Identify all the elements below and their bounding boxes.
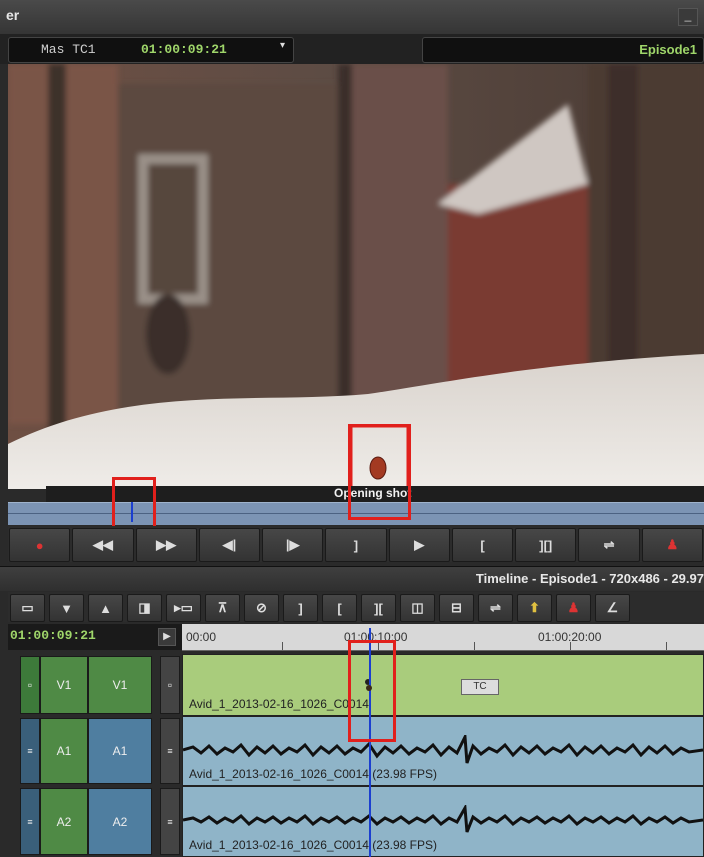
mark-in-icon[interactable]: [ <box>322 594 357 622</box>
clip-name-v1: Avid_1_2013-02-16_1026_C0014 <box>189 697 369 711</box>
monitor-icon[interactable]: ≡ <box>160 718 180 784</box>
record-track-a2[interactable]: A2 <box>88 788 152 855</box>
track-a2: ≡ A2 A2 ≡ Avid_1_2013-02-16_1026_C0014 (… <box>8 786 704 857</box>
splice-icon[interactable]: ⇌ <box>578 528 640 562</box>
track-controls-a1: ≡ A1 A1 ≡ <box>8 716 182 786</box>
more-icon[interactable]: ∠ <box>595 594 630 622</box>
clip-name-a2: Avid_1_2013-02-16_1026_C0014 (23.98 FPS) <box>189 838 437 852</box>
extract-icon[interactable]: ◫ <box>400 594 435 622</box>
mark-out-icon[interactable]: ] <box>283 594 318 622</box>
chevron-down-icon[interactable]: ▾ <box>280 40 285 51</box>
mark-clip-icon[interactable]: ][] <box>515 528 577 562</box>
record-track-v1[interactable]: V1 <box>88 656 152 714</box>
mark-in-icon[interactable]: [ <box>451 528 514 562</box>
timecode-value: 01:00:09:21 <box>141 42 227 57</box>
play-icon[interactable]: ▶ <box>158 628 176 646</box>
window-title-bar: er _ <box>0 0 704 35</box>
audio-waveform <box>183 805 703 833</box>
rewind-icon[interactable]: ◀◀ <box>72 528 134 562</box>
highlight-box-caption <box>348 424 411 520</box>
timecode-bar: Mas TC1 01:00:09:21 ▾ Episode1 <box>0 34 704 64</box>
clip-v1[interactable]: TC Avid_1_2013-02-16_1026_C0014 <box>182 654 704 716</box>
mark-out-icon[interactable]: ] <box>325 528 387 562</box>
ruler-tick <box>474 642 475 650</box>
ruler-tick <box>570 642 571 650</box>
segment-icon[interactable]: ⇌ <box>478 594 513 622</box>
timecode-display[interactable]: Mas TC1 01:00:09:21 ▾ <box>8 37 294 63</box>
clip-a2[interactable]: Avid_1_2013-02-16_1026_C0014 (23.98 FPS) <box>182 786 704 857</box>
splice-in-icon[interactable]: ▸▭ <box>166 594 201 622</box>
timeline-toolbar: ▭ ▼ ▲ ◨ ▸▭ ⊼ ⊘][][◫ ⊟ ⇌ ⬆ ♟ ∠ <box>8 592 704 622</box>
fast-forward-icon[interactable]: ▶▶ <box>135 528 197 562</box>
timeline-title: Timeline - Episode1 - 720x486 - 29.97 <box>475 571 704 586</box>
effect-icon[interactable]: ⬆ <box>517 594 552 622</box>
ruler-tick <box>666 642 667 650</box>
ruler-tick <box>282 642 283 650</box>
audio-waveform <box>183 735 703 764</box>
step-back-icon[interactable]: ◀| <box>198 528 261 562</box>
mark-clip-icon[interactable]: ][ <box>361 594 396 622</box>
record-track-a1[interactable]: A1 <box>88 718 152 784</box>
toggle-source-icon[interactable]: ▭ <box>10 594 45 622</box>
source-track-a2[interactable]: A2 <box>40 788 88 855</box>
overwrite-icon[interactable]: ◨ <box>127 594 162 622</box>
track-controls-a2: ≡ A2 A2 ≡ <box>8 786 182 857</box>
trim-icon[interactable]: ⊟ <box>439 594 474 622</box>
lock-icon[interactable]: ▫ <box>20 656 40 714</box>
sequence-name-display[interactable]: Episode1 <box>422 37 704 63</box>
timeline-title-bar: Timeline - Episode1 - 720x486 - 29.97 <box>0 566 704 591</box>
tc-badge: TC <box>461 679 499 695</box>
window-title: er <box>6 7 20 23</box>
ruler-label-0: 00:00 <box>186 630 217 644</box>
clip-name-a1: Avid_1_2013-02-16_1026_C0014 (23.98 FPS) <box>189 767 437 781</box>
down-arrow-icon[interactable]: ▼ <box>49 594 84 622</box>
clear-icon[interactable]: ⊘ <box>244 594 279 622</box>
record-icon[interactable]: ● <box>9 528 71 562</box>
monitor-icon[interactable]: ▫ <box>160 656 180 714</box>
source-track-v1[interactable]: V1 <box>40 656 88 714</box>
lock-icon[interactable]: ≡ <box>20 788 40 855</box>
track-controls-v1: ▫ V1 V1 ▫ <box>8 654 182 716</box>
lift-icon[interactable]: ⊼ <box>205 594 240 622</box>
timeline-position-tc: 01:00:09:21 <box>10 628 96 643</box>
source-track-a1[interactable]: A1 <box>40 718 88 784</box>
lock-icon[interactable]: ≡ <box>20 718 40 784</box>
highlight-box-playhead <box>348 640 396 742</box>
monitor-icon[interactable]: ≡ <box>160 788 180 855</box>
transport-controls: ● ◀◀ ▶▶ ◀| |▶] ▶[][] ⇌ ♟ <box>8 526 704 562</box>
step-forward-icon[interactable]: |▶ <box>262 528 324 562</box>
add-marker-icon[interactable]: ♟ <box>556 594 591 622</box>
up-arrow-icon[interactable]: ▲ <box>88 594 123 622</box>
timecode-label: Mas TC1 <box>41 42 96 57</box>
clip-a1[interactable]: Avid_1_2013-02-16_1026_C0014 (23.98 FPS) <box>182 716 704 786</box>
minimize-button[interactable]: _ <box>678 8 698 26</box>
add-marker-icon[interactable]: ♟ <box>641 528 703 562</box>
timeline-ruler[interactable]: 00:00 01:00:10:00 01:00:20:00 <box>182 624 704 651</box>
sequence-name: Episode1 <box>639 42 697 57</box>
play-icon[interactable]: ▶ <box>388 528 450 562</box>
